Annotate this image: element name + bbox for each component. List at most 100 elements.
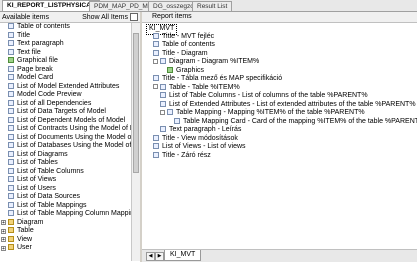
list-item[interactable]: List of Data Sources: [0, 193, 132, 202]
expand-icon[interactable]: +: [1, 228, 6, 234]
tree-node[interactable]: Table Mapping Card - Card of the mapping…: [174, 118, 417, 127]
tab-result-list[interactable]: Result List: [192, 1, 233, 11]
doc-icon: [8, 150, 14, 157]
tree-node[interactable]: Title - Záró rész: [153, 152, 211, 161]
list-item[interactable]: + Diagram: [0, 219, 132, 228]
list-item[interactable]: List of Data Targets of Model: [0, 108, 132, 117]
tree-node[interactable]: Diagram - Diagram %ITEM%: [153, 58, 259, 67]
list-item-label: Table of contents: [17, 23, 70, 30]
list-item[interactable]: List of Tables: [0, 159, 132, 168]
doc-icon: [8, 142, 14, 149]
doc-icon: [160, 100, 166, 107]
list-item[interactable]: List of Views: [0, 176, 132, 185]
list-item[interactable]: Table of contents: [0, 23, 132, 32]
doc-icon: [160, 126, 166, 133]
tree-node-label: Title - Diagram: [162, 49, 208, 57]
doc-icon: [8, 99, 14, 106]
list-item-label: List of Table Mappings: [17, 201, 87, 209]
doc-icon: [8, 40, 14, 47]
list-item[interactable]: Graphical file: [0, 57, 132, 66]
tree-node[interactable]: Graphics: [167, 67, 204, 76]
list-item-label: List of Dependent Models of Model: [17, 116, 126, 124]
expand-icon[interactable]: +: [1, 237, 6, 243]
expand-icon[interactable]: +: [1, 220, 6, 226]
tree-node[interactable]: Table - Table %ITEM%: [153, 84, 240, 93]
tree-node[interactable]: Title - Tábla mező és MAP specifikáció: [153, 75, 282, 84]
show-all-items-toggle[interactable]: Show All Items: [82, 13, 138, 21]
list-item[interactable]: List of Contracts Using the Model of Mod…: [0, 125, 132, 134]
list-item-label: List of Table Columns: [17, 167, 84, 175]
list-item[interactable]: Title: [0, 32, 132, 41]
report-items-panel: Report items KI_MVT Title - MVT fejléc Tab…: [142, 12, 417, 262]
tree-node[interactable]: Text paragraph - Leírás: [160, 126, 241, 135]
image-icon: [167, 66, 173, 73]
sheet-tab-ki-mvt[interactable]: KI_MVT: [164, 250, 202, 261]
tree-node[interactable]: List of Table Columns - List of columns …: [160, 92, 368, 101]
list-item[interactable]: List of Table Mappings: [0, 202, 132, 211]
tree-node-label: List of Views - List of views: [162, 143, 246, 150]
list-item[interactable]: Text paragraph: [0, 40, 132, 49]
list-item[interactable]: List of all Dependencies: [0, 100, 132, 109]
list-item[interactable]: + Table: [0, 227, 132, 236]
list-item-label: Graphical file: [17, 57, 58, 64]
show-all-items-checkbox[interactable]: [130, 13, 138, 21]
list-item[interactable]: Model Code Preview: [0, 91, 132, 100]
list-item-label: Table: [17, 227, 34, 234]
list-item-label: List of Data Targets of Model: [17, 108, 106, 115]
doc-icon: [8, 176, 14, 183]
collapse-icon[interactable]: [160, 109, 165, 115]
doc-icon: [8, 125, 14, 132]
list-item[interactable]: List of Users: [0, 185, 132, 194]
list-item-label: List of Databases Using the Model of Mo: [17, 142, 132, 149]
doc-icon: [8, 210, 14, 217]
list-item[interactable]: + View: [0, 236, 132, 245]
collapse-icon[interactable]: [153, 58, 158, 64]
sheet-tabbar: ◀ ▶ KI_MVT: [142, 249, 417, 262]
doc-icon: [160, 58, 166, 65]
tree-node-label: Title - MVT fejléc: [162, 32, 215, 40]
doc-icon: [8, 116, 14, 123]
tree-node[interactable]: Title - MVT fejléc: [153, 33, 214, 42]
list-item[interactable]: List of Model Extended Attributes: [0, 83, 132, 92]
list-item[interactable]: Text file: [0, 49, 132, 58]
list-item-label: List of Data Sources: [17, 193, 81, 200]
list-item-label: List of Views: [17, 176, 57, 183]
list-item-label: List of Documents Using the Model of Mo: [17, 133, 132, 141]
doc-icon: [153, 49, 159, 56]
tab-ki-report[interactable]: KI_REPORT_LISTPHYSICAL: [2, 0, 100, 11]
tree-node-label: Table of contents: [162, 41, 215, 48]
available-items-list: Table of contents Title Text paragraph Text…: [0, 23, 132, 261]
list-item-label: Diagram: [17, 218, 44, 226]
list-item[interactable]: List of Table Columns: [0, 168, 132, 177]
tree-node[interactable]: Title - View módosítások: [153, 135, 238, 144]
doc-icon: [8, 74, 14, 81]
list-item[interactable]: List of Diagrams: [0, 151, 132, 160]
sheet-next-button[interactable]: ▶: [155, 252, 164, 261]
expand-icon[interactable]: +: [1, 245, 6, 251]
doc-icon: [174, 117, 180, 124]
list-item[interactable]: List of Table Mapping Column Mappings: [0, 210, 132, 219]
tree-node[interactable]: Title - Diagram: [153, 50, 208, 59]
tree-node[interactable]: List of Extended Attributes - List of ex…: [160, 101, 416, 110]
tree-node[interactable]: Table of contents: [153, 41, 215, 50]
doc-icon: [8, 23, 14, 30]
tree-node-label: Diagram - Diagram %ITEM%: [169, 58, 260, 65]
list-item[interactable]: + User: [0, 244, 132, 253]
list-item-label: User: [17, 244, 32, 251]
list-item[interactable]: Model Card: [0, 74, 132, 83]
list-item[interactable]: List of Documents Using the Model of Mo: [0, 134, 132, 143]
tree-node-label: Title - Tábla mező és MAP specifikáció: [162, 75, 283, 82]
sheet-prev-button[interactable]: ◀: [146, 252, 155, 261]
collapse-icon[interactable]: [153, 84, 158, 90]
doc-icon: [8, 31, 14, 38]
list-item-label: List of Contracts Using the Model of Mod…: [17, 125, 132, 132]
list-item[interactable]: Page break: [0, 66, 132, 75]
doc-icon: [8, 65, 14, 72]
folder-icon: [8, 227, 14, 234]
list-item[interactable]: List of Dependent Models of Model: [0, 117, 132, 126]
tree-node[interactable]: List of Views - List of views: [153, 143, 246, 152]
list-item[interactable]: List of Databases Using the Model of Mo: [0, 142, 132, 151]
available-items-scrollbar[interactable]: [131, 23, 140, 261]
tree-node[interactable]: Table Mapping - Mapping %ITEM% of the ta…: [160, 109, 365, 118]
scrollbar-thumb[interactable]: [133, 33, 139, 173]
